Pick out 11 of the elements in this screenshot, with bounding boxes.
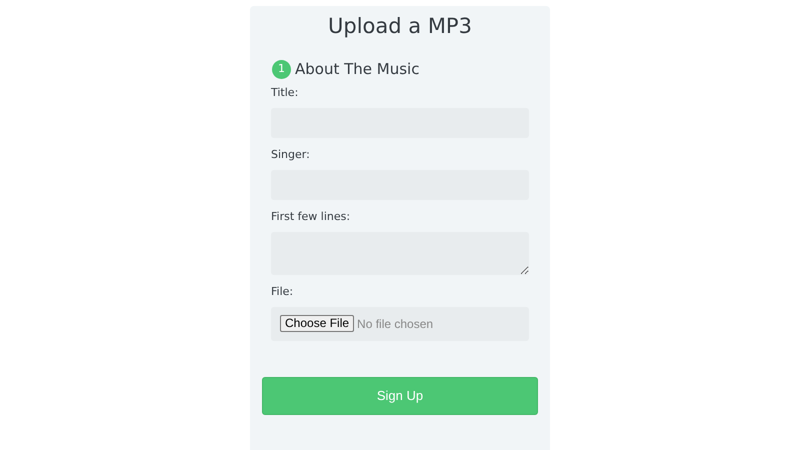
choose-file-button[interactable]: Choose File bbox=[280, 315, 354, 332]
step-number: 1 bbox=[272, 60, 291, 79]
field-label: First few lines: bbox=[271, 208, 352, 224]
file-status: No file chosen bbox=[357, 316, 434, 332]
form-title: Upload a MP3 bbox=[327, 13, 473, 40]
field-label: File: bbox=[271, 284, 294, 298]
section-heading: About The Music bbox=[295, 59, 420, 80]
field-label: Title: bbox=[271, 84, 300, 100]
file-field[interactable]: Choose File No file chosen bbox=[271, 306, 529, 340]
field-label: Singer: bbox=[271, 146, 311, 162]
text-area[interactable] bbox=[271, 232, 529, 274]
